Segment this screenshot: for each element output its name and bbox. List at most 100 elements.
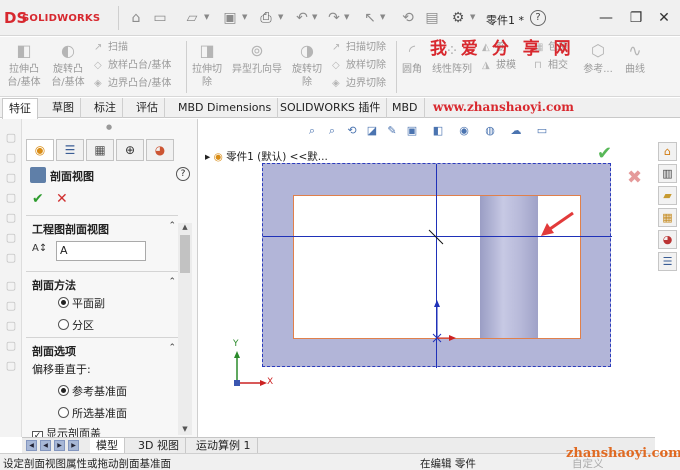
strip-mirror-icon[interactable]: ▢	[4, 251, 18, 265]
show-section-cap-checkbox[interactable]: ✓ 显示剖面盖	[32, 425, 101, 437]
hole-wizard-button[interactable]: ⊚ 异型孔向导	[228, 41, 286, 76]
dynamic-annotation-icon[interactable]: ✎	[385, 124, 399, 138]
confirm-cancel-icon[interactable]: ✖	[627, 167, 642, 188]
display-manager-tab-icon[interactable]: ◕	[146, 139, 174, 161]
strip-coord-icon[interactable]: ▢	[4, 339, 18, 353]
print-icon[interactable]: ⎙	[258, 10, 274, 26]
file-explorer-icon[interactable]: ▰	[658, 186, 677, 205]
extrude-boss-button[interactable]: ◧ 拉伸凸 台/基体	[4, 41, 44, 89]
strip-fillet-icon[interactable]: ▢	[4, 191, 18, 205]
strip-curve-icon[interactable]: ▢	[4, 359, 18, 373]
first-tab-icon[interactable]: ◀	[26, 440, 37, 451]
zoom-to-fit-icon[interactable]: ⌕	[305, 124, 319, 138]
intersect-button[interactable]: ⊓ 相交	[534, 59, 568, 73]
scroll-down-icon[interactable]: ▼	[178, 425, 192, 435]
section-name-input[interactable]: A	[56, 241, 146, 261]
radio-reference-plane[interactable]: 参考基准面	[58, 383, 127, 399]
minimize-button[interactable]: —	[596, 8, 616, 28]
sweep-button[interactable]: ↗ 扫描	[94, 41, 128, 55]
design-library-icon[interactable]: ▥	[658, 164, 677, 183]
revolve-boss-button[interactable]: ◐ 旋转凸 台/基体	[48, 41, 88, 89]
restore-button[interactable]: ❐	[626, 8, 646, 28]
scroll-up-icon[interactable]: ▲	[178, 223, 192, 233]
scroll-thumb[interactable]	[180, 235, 190, 273]
section-view-toolbar-icon[interactable]: ◪	[365, 124, 379, 138]
cancel-button[interactable]: ✕	[56, 191, 68, 207]
close-button[interactable]: ✕	[654, 8, 674, 28]
extrude-cut-button[interactable]: ◨ 拉伸切 除	[188, 41, 226, 89]
options-dropdown-icon[interactable]: ▼	[470, 13, 478, 21]
strip-axis-icon[interactable]: ▢	[4, 299, 18, 313]
feature-tree-flyout[interactable]: ▸ ◉ 零件1 (默认) <<默...	[205, 149, 328, 164]
open-folder-icon[interactable]: ▱	[184, 10, 200, 26]
tab-features[interactable]: 特征	[2, 98, 38, 119]
tab-sketch[interactable]: 草图	[46, 98, 81, 118]
strip-shell-icon[interactable]: ▢	[4, 231, 18, 245]
dimxpert-tab-icon[interactable]: ⊕	[116, 139, 144, 161]
select-dropdown-icon[interactable]: ▼	[380, 13, 388, 21]
fillet-button[interactable]: ◜ 圆角	[398, 41, 426, 76]
strip-cut-icon[interactable]: ▢	[4, 171, 18, 185]
lofted-cut-button[interactable]: ◇ 放样切除	[332, 59, 386, 73]
radio-zonal[interactable]: 分区	[58, 317, 94, 333]
property-manager-tab-icon[interactable]: ◉	[26, 139, 54, 161]
panel-scrollbar[interactable]: ▲ ▼	[178, 223, 192, 435]
view-palette-icon[interactable]: ▦	[658, 208, 677, 227]
display-style-icon[interactable]: ◧	[431, 124, 445, 138]
pm-help-icon[interactable]: ?	[176, 167, 190, 181]
boundary-boss-button[interactable]: ◈ 边界凸台/基体	[94, 77, 171, 91]
tab-motion-study[interactable]: 运动算例 1	[190, 438, 258, 454]
previous-view-icon[interactable]: ⟲	[345, 124, 359, 138]
swept-cut-button[interactable]: ↗ 扫描切除	[332, 41, 386, 55]
last-tab-icon[interactable]: ▶	[68, 440, 79, 451]
tab-mbd-dimensions[interactable]: MBD Dimensions	[172, 98, 279, 118]
new-file-icon[interactable]: ▭	[152, 10, 168, 26]
tab-3d-view[interactable]: 3D 视图	[132, 438, 186, 454]
boundary-cut-button[interactable]: ◈ 边界切除	[332, 77, 386, 91]
tab-solidworks-addins[interactable]: SOLIDWORKS 插件	[274, 98, 388, 118]
draft-button[interactable]: ◮ 拔模	[482, 59, 516, 73]
edit-appearance-icon[interactable]: ◍	[483, 124, 497, 138]
prev-tab-icon[interactable]: ◀	[40, 440, 51, 451]
strip-point-icon[interactable]: ▢	[4, 319, 18, 333]
hide-show-items-icon[interactable]: ◉	[457, 124, 471, 138]
section-plane[interactable]	[262, 163, 612, 368]
curves-button[interactable]: ∿ 曲线	[620, 41, 650, 76]
graphics-area[interactable]: ⌕ ⌕ ⟲ ◪ ✎ ▣ ◧ ◉ ◍ ☁ ▭ ▸ ◉ 零件1 (默认) <<默..…	[199, 119, 655, 437]
redo-dropdown-icon[interactable]: ▼	[344, 13, 352, 21]
resources-icon[interactable]: ⌂	[658, 142, 677, 161]
feature-tree-tab-icon[interactable]: ☰	[56, 139, 84, 161]
open-dropdown-icon[interactable]: ▼	[204, 13, 212, 21]
undo-dropdown-icon[interactable]: ▼	[312, 13, 320, 21]
solidworks-logo[interactable]: DS SOLIDWORKS	[4, 10, 116, 28]
collapse-chevron-icon[interactable]: ⌃	[168, 343, 176, 353]
next-tab-icon[interactable]: ▶	[54, 440, 65, 451]
radio-planar[interactable]: 平面副	[58, 295, 105, 311]
strip-pattern-icon[interactable]: ▢	[4, 211, 18, 225]
appearances-icon[interactable]: ◕	[658, 230, 677, 249]
save-icon[interactable]: ▣	[222, 10, 238, 26]
select-arrow-icon[interactable]: ↖	[362, 10, 378, 26]
tab-mbd[interactable]: MBD	[386, 98, 425, 118]
tab-model[interactable]: 模型	[90, 438, 125, 454]
strip-plane-icon[interactable]: ▢	[4, 279, 18, 293]
radio-selected-plane[interactable]: 所选基准面	[58, 405, 127, 421]
reference-geometry-button[interactable]: ⬡ 参考...	[578, 41, 618, 76]
file-properties-icon[interactable]: ▤	[424, 10, 440, 26]
undo-icon[interactable]: ↶	[294, 10, 310, 26]
revolve-cut-button[interactable]: ◑ 旋转切 除	[288, 41, 326, 89]
apply-scene-icon[interactable]: ☁	[509, 124, 523, 138]
panel-grip-icon[interactable]: ●	[106, 123, 112, 131]
loft-boss-button[interactable]: ◇ 放样凸台/基体	[94, 59, 171, 73]
help-icon[interactable]: ?	[530, 10, 546, 26]
tab-markup[interactable]: 标注	[88, 98, 123, 118]
view-orientation-icon[interactable]: ▣	[405, 124, 419, 138]
origin-drag-arrows[interactable]	[429, 298, 457, 346]
zoom-to-area-icon[interactable]: ⌕	[325, 124, 339, 138]
strip-revolve-icon[interactable]: ▢	[4, 151, 18, 165]
collapse-chevron-icon[interactable]: ⌃	[168, 277, 176, 287]
confirm-ok-icon[interactable]: ✔	[597, 143, 612, 164]
save-dropdown-icon[interactable]: ▼	[242, 13, 250, 21]
plane-handle-icon[interactable]	[427, 228, 445, 246]
home-icon[interactable]: ⌂	[128, 10, 144, 26]
